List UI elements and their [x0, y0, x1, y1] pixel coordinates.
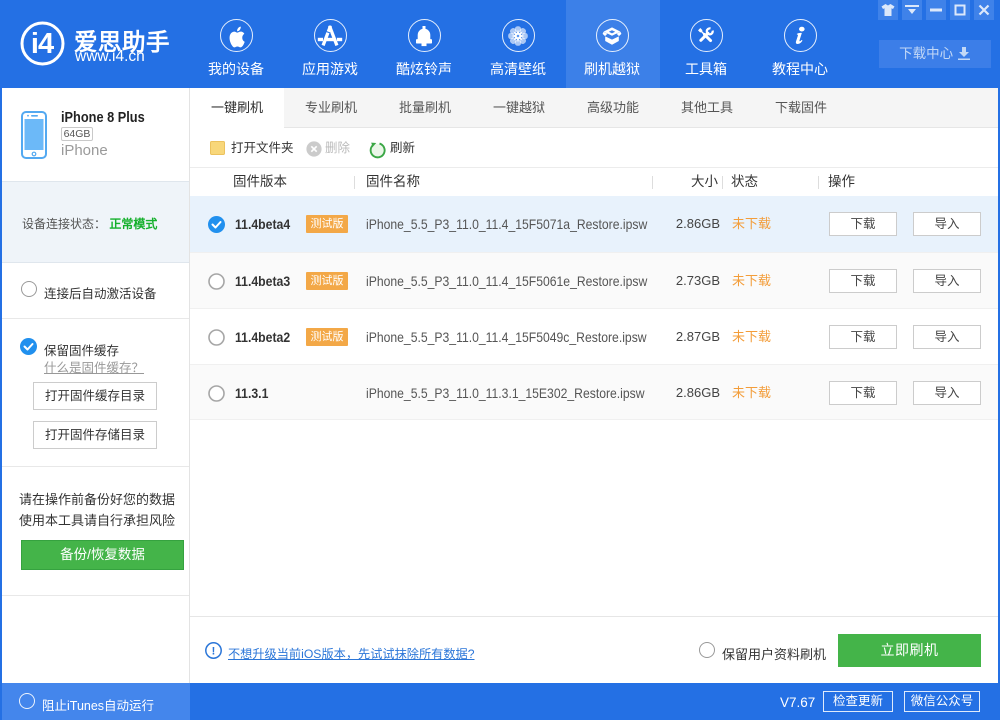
svg-text:!: !: [212, 646, 216, 658]
svg-text:i4: i4: [31, 28, 54, 60]
